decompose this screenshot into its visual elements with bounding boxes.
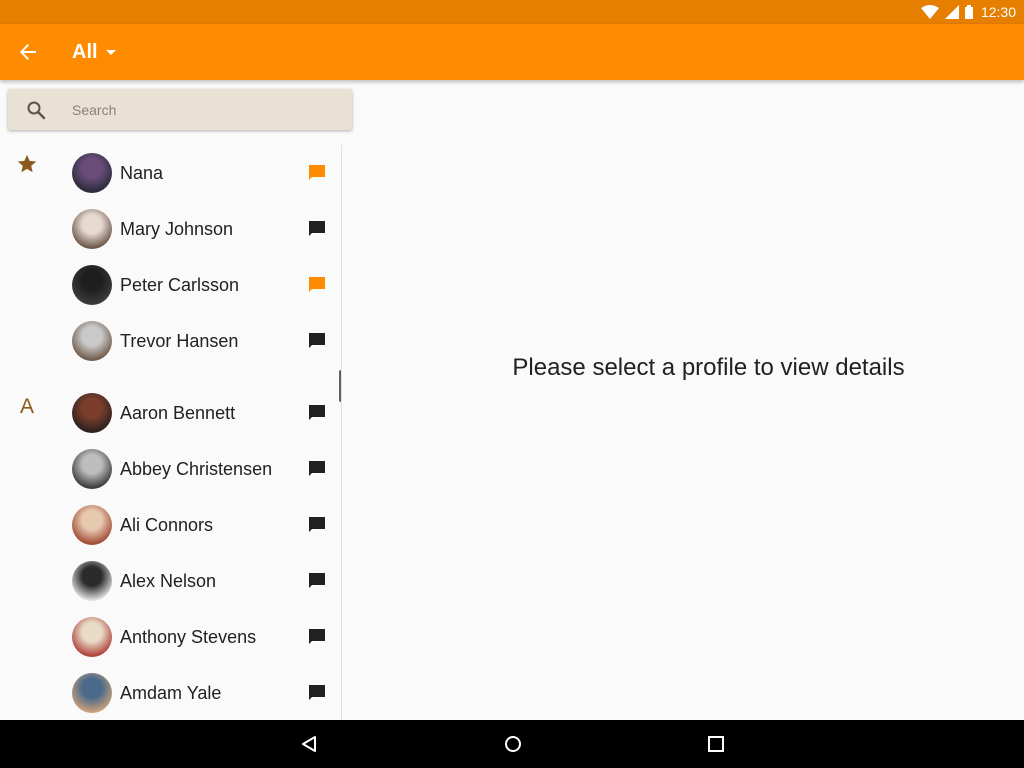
message-button[interactable]: [304, 216, 330, 242]
contact-name: Anthony Stevens: [120, 626, 257, 647]
contact-row[interactable]: Mary Johnson: [0, 201, 341, 257]
message-icon: [309, 221, 325, 236]
contact-row[interactable]: Aaron Bennett: [0, 385, 341, 441]
message-icon: [309, 517, 325, 532]
search-input[interactable]: [64, 89, 352, 130]
contact-list[interactable]: Nana Mary Johnson Peter Carlsson Trevor Han…: [0, 145, 342, 720]
avatar: [72, 505, 112, 545]
avatar: [72, 209, 112, 249]
contact-row[interactable]: Abbey Christensen: [0, 441, 341, 497]
message-icon: [309, 685, 325, 700]
favorites-section: Nana Mary Johnson Peter Carlsson Trevor Han…: [0, 145, 341, 369]
contact-row[interactable]: Anthony Stevens: [0, 609, 341, 665]
triangle-back-icon: [302, 736, 316, 752]
section-a: A Aaron Bennett Abbey Christensen Ali Conn…: [0, 385, 341, 720]
empty-state-message: Please select a profile to view details: [512, 354, 905, 381]
message-button[interactable]: [304, 456, 330, 482]
contact-name: Alex Nelson: [120, 570, 217, 591]
nav-recents-button[interactable]: [692, 720, 740, 768]
nav-back-button[interactable]: [285, 720, 333, 768]
battery-icon: [964, 5, 973, 19]
filter-label: All: [72, 40, 98, 63]
contact-name: Abbey Christensen: [120, 458, 273, 479]
contact-row[interactable]: Ali Connors: [0, 497, 341, 553]
back-button[interactable]: [0, 24, 56, 80]
message-icon: [309, 461, 325, 476]
message-button[interactable]: [304, 680, 330, 706]
status-bar: 12:30: [0, 0, 1024, 24]
contact-row[interactable]: Amdam Yale: [0, 665, 341, 720]
circle-home-icon: [505, 736, 521, 752]
scrollbar-thumb[interactable]: [339, 370, 341, 402]
contact-row[interactable]: Peter Carlsson: [0, 257, 341, 313]
detail-panel: Please select a profile to view details: [343, 80, 1024, 720]
avatar: [72, 153, 112, 193]
filter-dropdown[interactable]: All: [72, 41, 116, 64]
navigation-bar: [0, 720, 1024, 768]
message-icon: [309, 277, 325, 292]
contact-name: Amdam Yale: [120, 682, 222, 703]
message-icon: [309, 405, 325, 420]
avatar: [72, 449, 112, 489]
favorites-list: Nana Mary Johnson Peter Carlsson Trevor Han…: [0, 145, 341, 369]
arrow-back-icon: [20, 44, 36, 60]
dropdown-arrow-icon: [105, 49, 116, 55]
search-box: [8, 89, 352, 130]
contact-name: Ali Connors: [120, 514, 214, 535]
message-button[interactable]: [304, 400, 330, 426]
square-recents-icon: [708, 736, 724, 752]
message-icon: [309, 573, 325, 588]
avatar: [72, 561, 112, 601]
avatar: [72, 321, 112, 361]
contact-name: Nana: [120, 162, 164, 183]
contact-name: Aaron Bennett: [120, 402, 236, 423]
section-a-list: Aaron Bennett Abbey Christensen Ali Connor…: [0, 385, 341, 720]
app-bar: All: [0, 24, 1024, 80]
avatar: [72, 393, 112, 433]
message-icon: [309, 165, 325, 180]
avatar: [72, 617, 112, 657]
message-button[interactable]: [304, 512, 330, 538]
nav-home-button[interactable]: [489, 720, 537, 768]
contact-name: Trevor Hansen: [120, 330, 239, 351]
avatar: [72, 673, 112, 713]
contact-name: Mary Johnson: [120, 218, 234, 239]
message-button[interactable]: [304, 160, 330, 186]
status-time: 12:30: [980, 4, 1016, 20]
avatar: [72, 265, 112, 305]
message-button[interactable]: [304, 624, 330, 650]
search-icon: [8, 100, 64, 120]
message-button[interactable]: [304, 568, 330, 594]
message-icon: [309, 629, 325, 644]
cellular-signal-icon: [944, 5, 959, 19]
message-icon: [309, 333, 325, 348]
contact-name: Peter Carlsson: [120, 274, 240, 295]
wifi-icon: [920, 5, 939, 19]
message-button[interactable]: [304, 272, 330, 298]
message-button[interactable]: [304, 328, 330, 354]
contact-row[interactable]: Nana: [0, 145, 341, 201]
contact-row[interactable]: Trevor Hansen: [0, 313, 341, 369]
contact-row[interactable]: Alex Nelson: [0, 553, 341, 609]
